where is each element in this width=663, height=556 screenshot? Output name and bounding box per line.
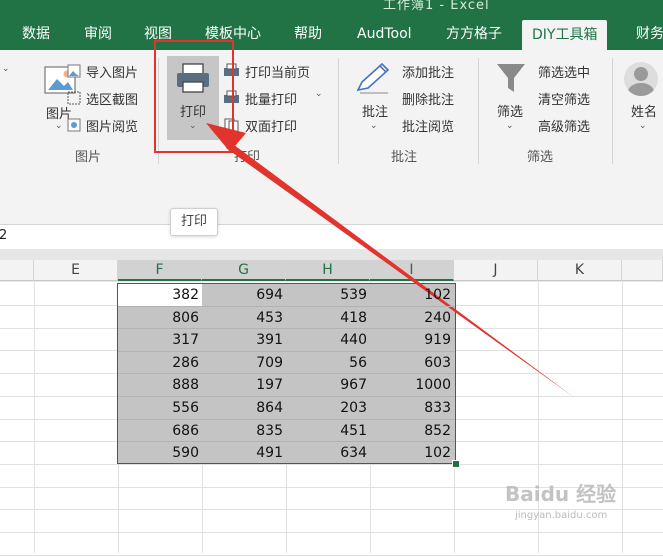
delete-comment-button[interactable]: 删除批注 [402, 89, 454, 108]
tab-audtool[interactable]: AudTool [357, 18, 412, 50]
chevron-down-icon[interactable]: ⌄ [506, 121, 514, 131]
comment-icon [356, 62, 390, 94]
table-cell[interactable]: 317 [118, 329, 202, 352]
print-tooltip: 打印 [170, 208, 218, 236]
table-cell[interactable]: 539 [286, 284, 370, 307]
col-header-k[interactable]: K [538, 260, 622, 281]
batch-print-button[interactable]: 批量打印 [245, 89, 297, 108]
col-header-f[interactable]: F [118, 260, 202, 281]
chevron-down-icon[interactable]: ⌄ [2, 64, 10, 74]
chevron-down-icon[interactable]: ⌄ [370, 121, 378, 131]
tab-ffgz[interactable]: 方方格子 [446, 18, 502, 50]
group-separator [338, 58, 339, 164]
table-cell[interactable]: 240 [370, 307, 454, 330]
filter-selected-button[interactable]: 筛选选中 [538, 62, 590, 81]
print-current-page-button[interactable]: 打印当前页 [245, 62, 310, 81]
table-cell[interactable]: 491 [202, 442, 286, 465]
chevron-down-icon[interactable]: ⌄ [315, 89, 323, 99]
table-cell[interactable]: 391 [202, 329, 286, 352]
table-cell[interactable]: 382 [118, 284, 202, 307]
table-cell[interactable]: 967 [286, 374, 370, 397]
ribbon-tab-bar: 数据 审阅 视图 模板中心 帮助 AudTool 方方格子 DIY工具箱 财务 [0, 18, 663, 50]
table-cell[interactable]: 590 [118, 442, 202, 465]
table-cell[interactable]: 835 [202, 420, 286, 443]
import-picture-button[interactable]: 导入图片 [86, 62, 138, 81]
duplex-print-button[interactable]: 双面打印 [245, 116, 297, 135]
import-picture-icon [67, 64, 81, 78]
filter-button[interactable]: 筛选 [497, 101, 523, 120]
table-cell[interactable]: 888 [118, 374, 202, 397]
group-label-picture: 图片 [75, 150, 102, 165]
region-screenshot-button[interactable]: 选区截图 [86, 89, 138, 108]
chevron-down-icon[interactable]: ⌄ [639, 121, 647, 131]
table-cell[interactable]: 686 [118, 420, 202, 443]
col-header-j[interactable]: J [454, 260, 538, 281]
table-cell[interactable]: 634 [286, 442, 370, 465]
table-cell[interactable]: 102 [370, 442, 454, 465]
clear-filter-button[interactable]: 清空筛选 [538, 89, 590, 108]
table-cell[interactable]: 919 [370, 329, 454, 352]
col-header-e[interactable]: E [34, 260, 118, 281]
table-cell[interactable]: 418 [286, 307, 370, 330]
table-cell[interactable]: 440 [286, 329, 370, 352]
group-label-filter: 筛选 [527, 150, 554, 165]
table-cell[interactable]: 806 [118, 307, 202, 330]
table-cell[interactable]: 286 [118, 352, 202, 375]
table-cell[interactable]: 864 [202, 397, 286, 420]
tab-finance[interactable]: 财务 [636, 18, 663, 50]
picture-viewer-icon [67, 118, 81, 132]
col-header-l[interactable] [622, 260, 663, 281]
table-cell[interactable]: 453 [202, 307, 286, 330]
ribbon-collapsed-area [0, 174, 663, 224]
name-button[interactable]: 姓名 [631, 101, 657, 120]
region-screenshot-icon [67, 91, 81, 105]
table-cell[interactable]: 833 [370, 397, 454, 420]
table-cell[interactable]: 694 [202, 284, 286, 307]
table-cell[interactable]: 203 [286, 397, 370, 420]
tab-diy-toolbox[interactable]: DIY工具箱 [522, 20, 608, 50]
table-cell[interactable]: 556 [118, 397, 202, 420]
col-header-h[interactable]: H [286, 260, 370, 281]
grid-row-line [0, 532, 663, 533]
tab-data[interactable]: 数据 [22, 18, 50, 50]
col-header-i[interactable]: I [370, 260, 454, 281]
group-label-comment: 批注 [391, 150, 418, 165]
tab-help[interactable]: 帮助 [294, 18, 322, 50]
table-cell[interactable]: 603 [370, 352, 454, 375]
group-label-print: 打印 [234, 150, 261, 165]
grid-column-line [622, 282, 623, 553]
formula-bar-value: 2 [0, 228, 8, 243]
watermark-logo: Baidu 经验 [505, 482, 617, 506]
chevron-down-icon[interactable]: ⌄ [55, 121, 63, 131]
highlight-box [154, 40, 234, 153]
watermark-url: jingyan.baidu.com [515, 510, 608, 521]
col-header-blank[interactable] [0, 260, 34, 281]
avatar-icon[interactable] [624, 62, 658, 96]
picture-viewer-button[interactable]: 图片阅览 [86, 116, 138, 135]
advanced-filter-button[interactable]: 高级筛选 [538, 116, 590, 135]
comment-viewer-button[interactable]: 批注阅览 [402, 116, 454, 135]
filter-icon [497, 64, 525, 92]
table-cell[interactable]: 852 [370, 420, 454, 443]
col-header-g[interactable]: G [202, 260, 286, 281]
formula-bar[interactable]: 2 [0, 224, 663, 250]
table-cell[interactable]: 56 [286, 352, 370, 375]
comment-button[interactable]: 批注 [362, 101, 388, 120]
window-title: 工作簿1 - Excel [383, 0, 490, 13]
table-cell[interactable]: 197 [202, 374, 286, 397]
table-cell[interactable]: 451 [286, 420, 370, 443]
add-comment-button[interactable]: 添加批注 [402, 62, 454, 81]
table-cell[interactable]: 102 [370, 284, 454, 307]
title-bar: 工作簿1 - Excel [0, 0, 663, 18]
group-separator [478, 58, 479, 164]
table-cell[interactable]: 1000 [370, 374, 454, 397]
group-separator [612, 58, 613, 164]
tab-review[interactable]: 审阅 [84, 18, 112, 50]
grid-column-line [34, 282, 35, 553]
table-cell[interactable]: 709 [202, 352, 286, 375]
